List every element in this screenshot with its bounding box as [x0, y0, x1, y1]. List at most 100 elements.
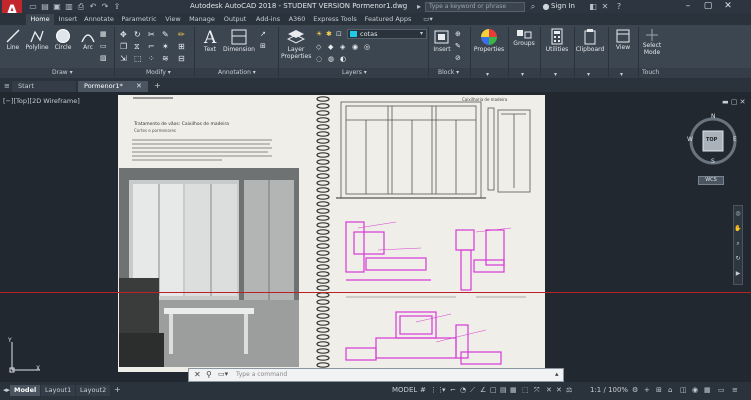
- tab-start[interactable]: Start: [12, 81, 76, 92]
- properties-expand-icon[interactable]: ▾: [486, 71, 489, 78]
- workspace-icon[interactable]: ⚙: [632, 386, 638, 394]
- close-tab-icon[interactable]: ✕: [136, 82, 142, 90]
- trim-icon[interactable]: ✂: [148, 30, 156, 39]
- panel-title-touch[interactable]: Touch: [642, 69, 659, 76]
- grid-icon[interactable]: #: [420, 386, 426, 394]
- redo-icon[interactable]: ↷: [100, 2, 110, 11]
- annotation-scale-value[interactable]: 1:1 / 100%: [590, 386, 628, 394]
- view-button[interactable]: View: [610, 28, 636, 51]
- tab-a360[interactable]: A360: [286, 14, 308, 25]
- layer-tool-2-icon[interactable]: ◆: [328, 43, 336, 51]
- isolate-objects-icon[interactable]: ◉: [692, 386, 698, 394]
- layer-properties-button[interactable]: Layer Properties: [281, 28, 311, 60]
- edit-block-icon[interactable]: ✎: [455, 42, 463, 50]
- annotation-monitor-icon[interactable]: +: [644, 386, 650, 394]
- selection-cycling-icon[interactable]: ⬚: [522, 386, 529, 394]
- viewcube-west[interactable]: W: [687, 136, 693, 143]
- infer-constraints-icon[interactable]: ▾: [442, 386, 446, 394]
- layer-tool-7-icon[interactable]: ◍: [328, 55, 336, 63]
- polyline-button[interactable]: Polyline: [24, 28, 50, 51]
- lineweight-icon[interactable]: ▤: [500, 386, 507, 394]
- share-icon[interactable]: ⇪: [112, 2, 122, 11]
- edit-pencil-icon[interactable]: ✏: [178, 30, 186, 39]
- hatch-icon[interactable]: ▨: [100, 54, 108, 62]
- text-button[interactable]: A Text: [200, 28, 220, 53]
- object-snap-icon[interactable]: □: [490, 386, 497, 394]
- insert-button[interactable]: Insert: [431, 28, 453, 53]
- rectangle-icon[interactable]: ▭: [100, 42, 108, 50]
- layer-tool-1-icon[interactable]: ◇: [316, 43, 324, 51]
- viewcube-top-label[interactable]: TOP: [706, 137, 717, 143]
- copy-icon[interactable]: ❐: [120, 42, 128, 51]
- command-history-icon[interactable]: ▴: [555, 370, 559, 378]
- steering-wheel-icon[interactable]: ◎: [734, 206, 742, 221]
- mirror-icon[interactable]: ⧖: [134, 42, 142, 51]
- utilities-button[interactable]: Utilities: [542, 28, 572, 53]
- undo-icon[interactable]: ↶: [88, 2, 98, 11]
- tab-add-ins[interactable]: Add-ins: [252, 14, 284, 25]
- tab-layout1[interactable]: Layout1: [41, 385, 76, 396]
- break-icon[interactable]: ⊟: [178, 54, 186, 63]
- tab-model[interactable]: Model: [10, 385, 41, 396]
- viewcube-south[interactable]: S: [711, 158, 715, 165]
- explode-icon[interactable]: ✶: [162, 42, 170, 51]
- dimension-button[interactable]: Dimension: [222, 28, 256, 53]
- object-snap-tracking-icon[interactable]: ∠: [480, 386, 486, 394]
- add-layout-button[interactable]: +: [114, 385, 121, 394]
- tab-view[interactable]: View: [162, 14, 184, 25]
- viewcube[interactable]: [684, 112, 742, 182]
- viewport-window-controls[interactable]: ▬ ▢ ✕: [722, 98, 746, 106]
- annotation-visibility-icon[interactable]: ✕: [546, 386, 552, 394]
- table-icon[interactable]: ⊞: [260, 42, 268, 50]
- exchange-icon[interactable]: ✕: [600, 2, 610, 11]
- model-space-toggle[interactable]: MODEL: [392, 386, 417, 394]
- sign-in-link[interactable]: Sign In: [551, 2, 591, 10]
- cart-icon[interactable]: ◧: [588, 2, 598, 11]
- minimize-icon[interactable]: –: [680, 1, 696, 12]
- layer-tool-8-icon[interactable]: ◐: [340, 55, 348, 63]
- tab-layout2[interactable]: Layout2: [76, 385, 111, 396]
- fillet-icon[interactable]: ⌐: [148, 42, 156, 51]
- viewcube-north[interactable]: N: [711, 113, 716, 120]
- pan-icon[interactable]: ✋: [734, 221, 742, 236]
- polar-icon[interactable]: ◔: [460, 386, 466, 394]
- leader-icon[interactable]: ↗: [260, 30, 268, 38]
- search-expand-icon[interactable]: ▸: [414, 2, 424, 11]
- tab-home[interactable]: Home: [26, 14, 54, 25]
- open-icon[interactable]: ▤: [40, 2, 50, 11]
- search-icon[interactable]: ⌕: [528, 2, 538, 11]
- tab-parametric[interactable]: Parametric: [118, 14, 160, 25]
- units-icon[interactable]: ⊞: [656, 386, 662, 394]
- ortho-icon[interactable]: ⌐: [450, 386, 456, 394]
- offset-icon[interactable]: ≋: [162, 54, 170, 63]
- stretch-icon[interactable]: ⇲: [120, 54, 128, 63]
- layer-tool-4-icon[interactable]: ◉: [352, 43, 360, 51]
- block-attribute-icon[interactable]: ⊘: [455, 54, 463, 62]
- groups-button[interactable]: Groups: [510, 28, 538, 47]
- layer-freeze-icon[interactable]: ✱: [326, 30, 334, 38]
- panel-title-annotation[interactable]: Annotation ▾: [218, 69, 256, 76]
- tab-featured-apps[interactable]: Featured Apps: [362, 14, 414, 25]
- clean-screen-icon[interactable]: ▭: [718, 386, 725, 394]
- zoom-icon[interactable]: ⌕: [734, 236, 742, 251]
- command-settings-icon[interactable]: ⚲: [206, 370, 212, 379]
- save-icon[interactable]: ▣: [52, 2, 62, 11]
- select-mode-button[interactable]: Select Mode: [640, 28, 664, 56]
- utilities-expand-icon[interactable]: ▾: [554, 71, 557, 78]
- panel-title-block[interactable]: Block ▾: [438, 69, 459, 76]
- layer-lock-icon[interactable]: ⊡: [336, 30, 344, 38]
- layer-dropdown[interactable]: cotas ▾: [347, 29, 427, 39]
- help-icon[interactable]: ?: [614, 2, 624, 11]
- clipboard-expand-icon[interactable]: ▾: [587, 71, 590, 78]
- showmotion-icon[interactable]: ▶: [734, 266, 742, 281]
- tab-output[interactable]: Output: [220, 14, 250, 25]
- tab-insert[interactable]: Insert: [56, 14, 80, 25]
- draw-grid-icon[interactable]: ▦: [100, 30, 108, 38]
- orbit-icon[interactable]: ↻: [734, 251, 742, 266]
- dynamic-ucs-icon[interactable]: ⤧: [534, 386, 540, 395]
- search-input[interactable]: Type a keyword or phrase: [425, 2, 525, 12]
- command-input[interactable]: Type a command: [236, 370, 556, 380]
- command-close-icon[interactable]: ✕: [194, 370, 201, 379]
- viewport-controls-label[interactable]: [−][Top][2D Wireframe]: [3, 97, 80, 105]
- isodraft-icon[interactable]: ⟋: [470, 386, 475, 395]
